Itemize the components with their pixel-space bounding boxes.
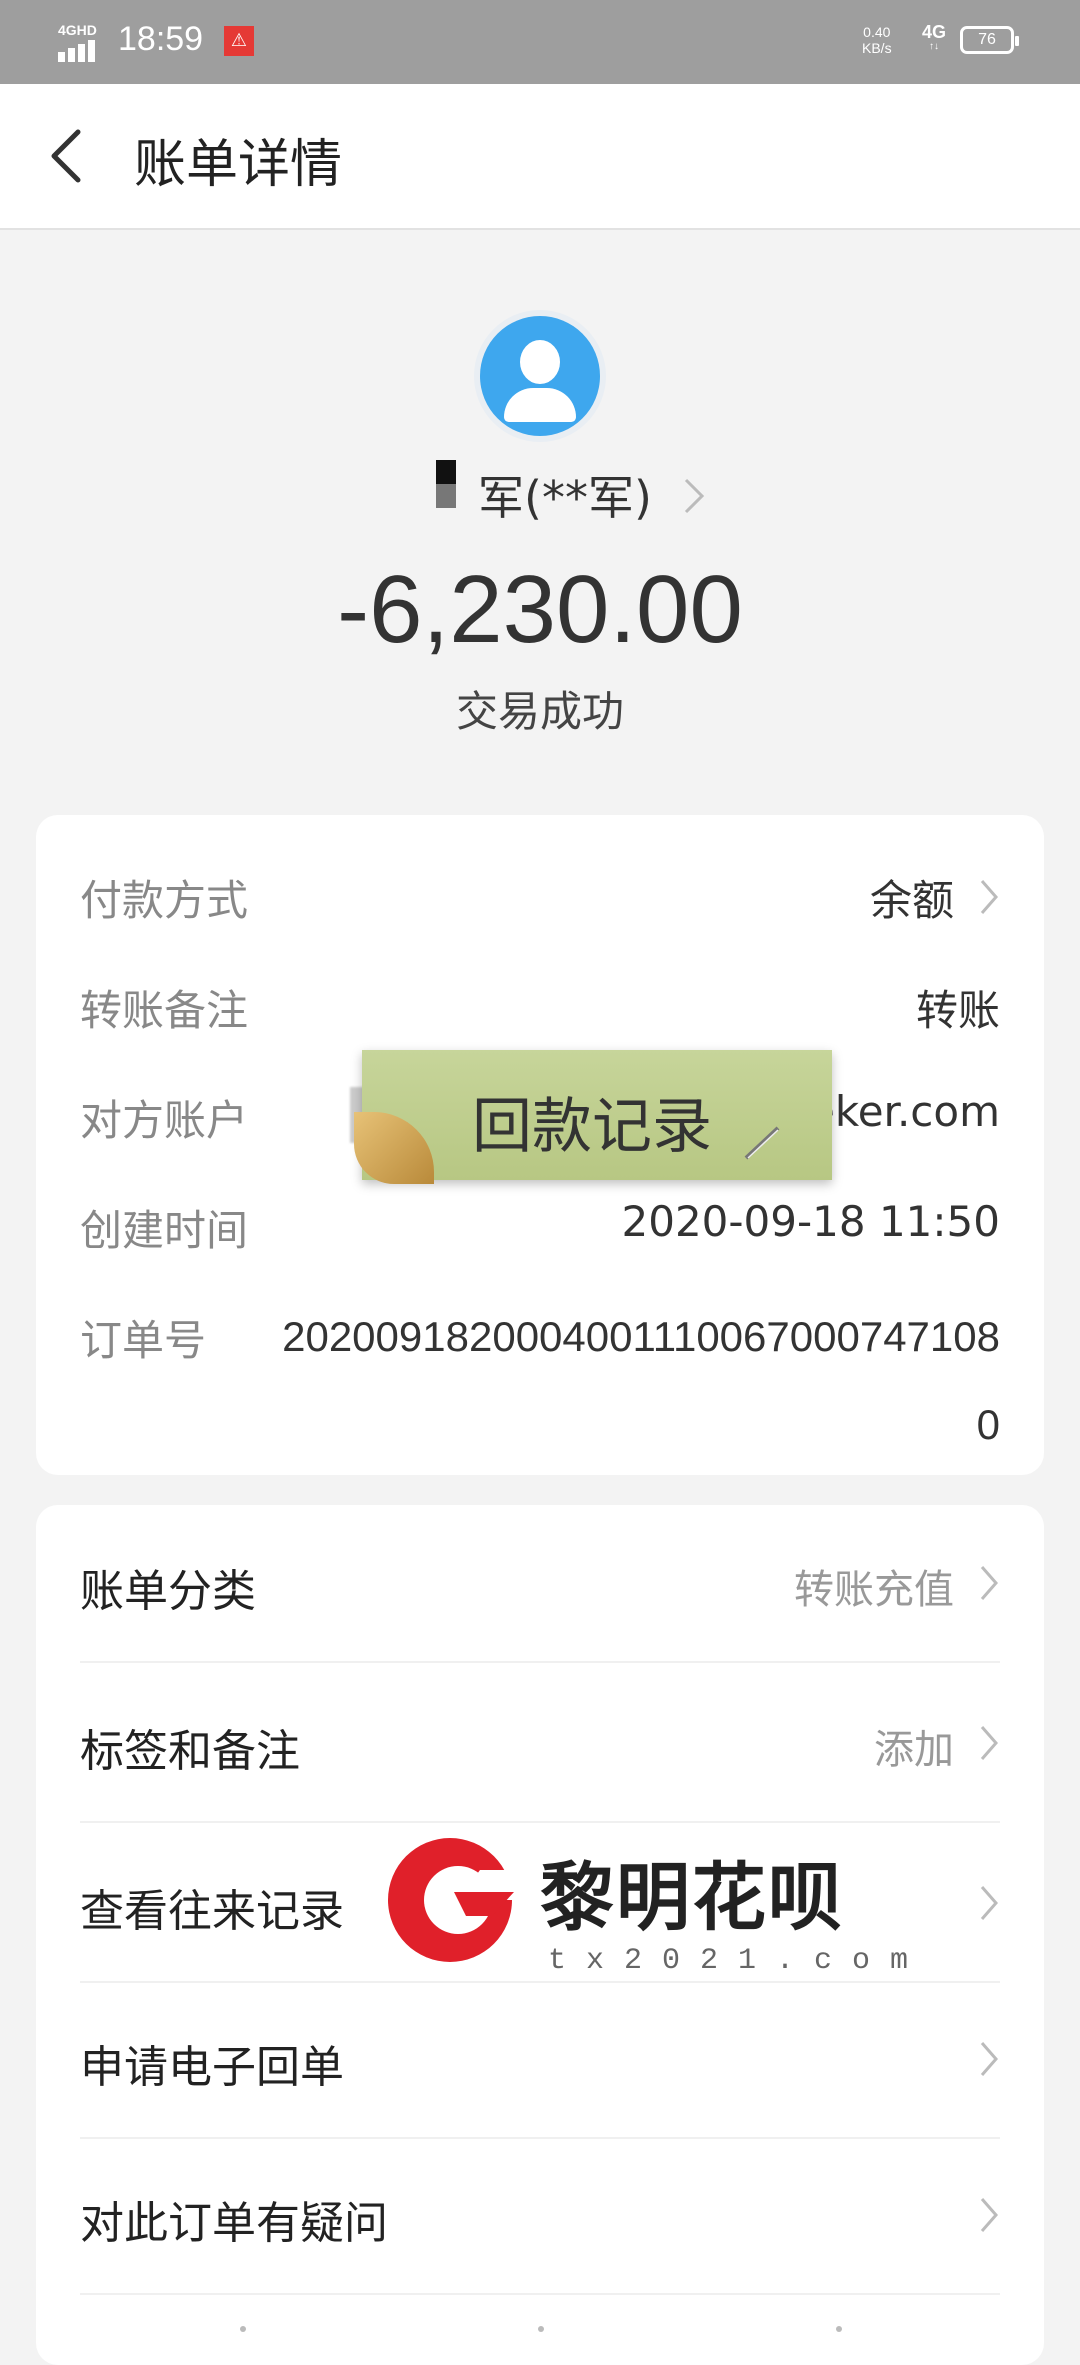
sticker-text: 回款记录 — [472, 1092, 712, 1162]
chevron-right-icon — [980, 880, 998, 914]
battery-level: 76 — [978, 31, 996, 48]
scroll-indicator — [0, 2320, 1080, 2340]
transaction-status: 交易成功 — [455, 687, 624, 736]
detail-row-order-number: 订单号 20200918200040011100670007471080 — [80, 1307, 1000, 1448]
battery-icon: 76 — [960, 26, 1019, 54]
network-speed: 0.40 KB/s — [862, 24, 892, 56]
detail-row-payment-method[interactable]: 付款方式 余额 — [80, 867, 1000, 927]
redacted-mask — [436, 460, 456, 508]
signal-icon: 4GHD — [58, 22, 108, 62]
list-item-label: 查看往来记录 — [80, 1886, 344, 1937]
back-arrow-icon[interactable] — [44, 126, 92, 186]
clock: 18:59 — [118, 20, 204, 58]
network-type: 4GHD — [58, 22, 97, 38]
speed-value: 0.40 — [863, 24, 891, 40]
order-number: 20200918200040011100670007471080 — [282, 1313, 1000, 1448]
watermark-title: 黎明花呗 — [540, 1855, 844, 1941]
notification-app-icon: ⚠ — [224, 26, 254, 56]
watermark-url: tx2021.com — [548, 1944, 929, 1978]
chevron-right-icon — [980, 2042, 998, 2076]
transaction-amount: -6,230.00 — [337, 556, 743, 663]
detail-row-remark: 转账备注 转账 — [80, 977, 1000, 1037]
list-item-label: 标签和备注 — [80, 1726, 300, 1777]
list-item-label: 申请电子回单 — [80, 2042, 344, 2093]
page-curl-decoration — [354, 1112, 434, 1184]
detail-value: 余额 — [869, 876, 954, 925]
detail-value: 2020-09-18 11:50 — [621, 1197, 1000, 1246]
mobile-data-icon: 4G ↑↓ — [922, 22, 947, 52]
detail-row-created-time: 创建时间 2020-09-18 11:50 — [80, 1197, 1000, 1257]
detail-label: 付款方式 — [80, 876, 249, 925]
list-item-label: 账单分类 — [80, 1566, 256, 1617]
list-item-value: 转账充值 — [794, 1567, 954, 1613]
chevron-right-icon[interactable] — [682, 476, 706, 516]
list-item-order-question[interactable]: 对此订单有疑问 — [80, 2137, 1000, 2295]
list-item-label: 对此订单有疑问 — [80, 2198, 388, 2249]
detail-label: 对方账户 — [80, 1096, 249, 1145]
detail-label: 订单号 — [80, 1316, 207, 1365]
chevron-right-icon — [980, 1566, 998, 1600]
user-icon — [480, 316, 600, 436]
chevron-right-icon — [980, 1726, 998, 1760]
app-header: 账单详情 — [0, 84, 1080, 230]
list-item-value: 添加 — [874, 1727, 954, 1773]
payee-name[interactable]: 军(**军) — [478, 462, 652, 528]
page-title: 账单详情 — [134, 135, 343, 195]
watermark-logo-icon — [388, 1838, 524, 1962]
chevron-right-icon — [980, 1886, 998, 1920]
avatar[interactable] — [474, 310, 606, 442]
list-item-tags-notes[interactable]: 标签和备注 添加 — [80, 1665, 1000, 1823]
pencil-icon — [744, 1126, 780, 1160]
detail-value: 转账 — [915, 986, 1000, 1035]
status-bar: 4GHD 18:59 ⚠ 0.40 KB/s 4G ↑↓ 76 — [0, 0, 1080, 84]
network-4g: 4G — [922, 22, 947, 42]
chevron-right-icon — [980, 2198, 998, 2232]
sticker-overlay: 回款记录 — [354, 1050, 832, 1184]
detail-value: eker.com — [809, 1087, 1000, 1136]
list-item-e-receipt[interactable]: 申请电子回单 — [80, 1981, 1000, 2139]
list-item-bill-category[interactable]: 账单分类 转账充值 — [80, 1505, 1000, 1663]
detail-label: 创建时间 — [80, 1206, 249, 1255]
speed-unit: KB/s — [862, 40, 892, 56]
detail-label: 转账备注 — [80, 986, 249, 1035]
